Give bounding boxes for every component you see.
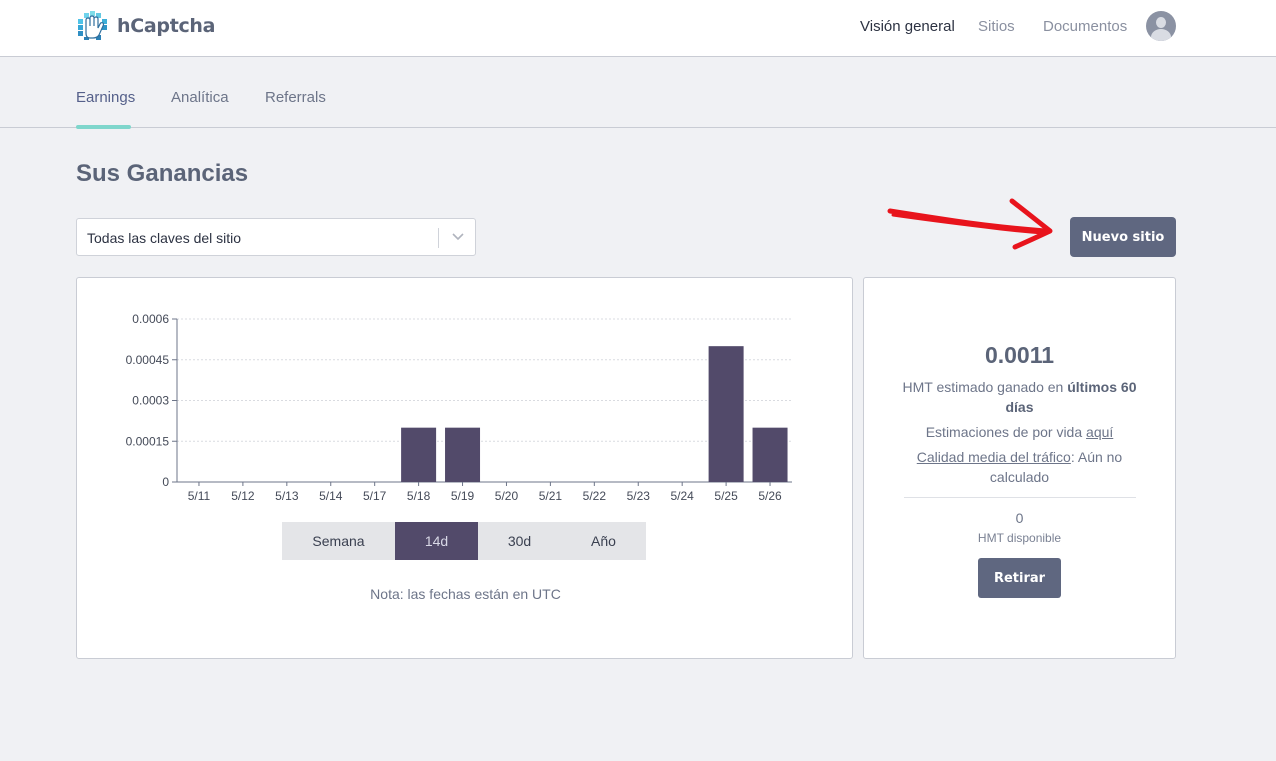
- lifetime-prefix: Estimaciones de por vida: [925, 424, 1087, 440]
- earnings-estimate-text: HMT estimado ganado en últimos 60 días: [894, 377, 1145, 417]
- x-tick-label: 5/19: [451, 489, 475, 503]
- chart-bar: [708, 346, 744, 482]
- tab-referrals[interactable]: Referrals: [265, 89, 326, 106]
- x-tick-label: 5/14: [319, 489, 343, 503]
- x-tick-label: 5/11: [188, 489, 211, 503]
- top-navbar: hCaptcha Visión general Sitios Documento…: [0, 0, 1276, 57]
- y-tick-label: 0.0003: [132, 394, 169, 408]
- summary-divider: [904, 497, 1136, 498]
- lifetime-estimates-text: Estimaciones de por vida aquí: [894, 422, 1145, 442]
- x-tick-label: 5/22: [583, 489, 607, 503]
- range-30d-button[interactable]: 30d: [478, 522, 561, 560]
- user-avatar[interactable]: [1146, 11, 1176, 41]
- earnings-bar-chart: 0 0.00015 0.0003 0.00045 0.0006 5/11 5/12 5/13 5…: [126, 312, 792, 503]
- x-tick-label: 5/21: [539, 489, 563, 503]
- app-name: hCaptcha: [117, 15, 216, 37]
- range-week-button[interactable]: Semana: [282, 522, 395, 560]
- range-14d-button[interactable]: 14d: [395, 522, 478, 560]
- nav-overview[interactable]: Visión general: [860, 18, 955, 35]
- hcaptcha-logo[interactable]: hCaptcha: [76, 11, 215, 41]
- x-tick-label: 5/24: [670, 489, 694, 503]
- nav-docs[interactable]: Documentos: [1043, 18, 1127, 35]
- chevron-down-icon[interactable]: [449, 227, 467, 245]
- x-tick-label: 5/18: [407, 489, 431, 503]
- earnings-chart-card: 0 0.00015 0.0003 0.00045 0.0006 5/11 5/12 5/13 5…: [76, 277, 853, 659]
- lifetime-link[interactable]: aquí: [1086, 424, 1113, 440]
- range-year-button[interactable]: Año: [561, 522, 646, 560]
- y-tick-label: 0.00045: [126, 353, 170, 367]
- time-range-selector: Semana 14d 30d Año: [282, 522, 646, 560]
- tab-analytics[interactable]: Analítica: [171, 89, 229, 106]
- utc-note: Nota: las fechas están en UTC: [370, 586, 561, 602]
- site-key-select[interactable]: Todas las claves del sitio: [76, 218, 476, 256]
- x-tick-label: 5/13: [275, 489, 299, 503]
- traffic-quality-link[interactable]: Calidad media del tráfico: [917, 449, 1071, 465]
- select-separator: [438, 228, 439, 248]
- tabs-divider: [0, 127, 1276, 128]
- chart-bar: [445, 427, 481, 482]
- nav-sites[interactable]: Sitios: [978, 18, 1015, 35]
- x-tick-label: 5/12: [231, 489, 255, 503]
- active-tab-indicator: [76, 125, 131, 129]
- y-tick-label: 0.00015: [126, 434, 170, 448]
- chart-bar: [401, 427, 437, 482]
- x-tick-label: 5/20: [495, 489, 519, 503]
- available-amount: 0: [1015, 510, 1024, 526]
- y-tick-label: 0: [162, 475, 169, 489]
- tab-earnings[interactable]: Earnings: [76, 89, 135, 106]
- new-site-button[interactable]: Nuevo sitio: [1070, 217, 1176, 257]
- page-title: Sus Ganancias: [76, 160, 249, 187]
- y-tick-label: 0.0006: [132, 312, 169, 326]
- red-annotation-arrow-icon: [887, 198, 1053, 250]
- avatar-head-icon: [1156, 17, 1166, 28]
- x-tick-label: 5/23: [627, 489, 651, 503]
- withdraw-button[interactable]: Retirar: [978, 558, 1061, 598]
- avatar-body-icon: [1151, 29, 1171, 41]
- chart-bar: [752, 427, 788, 482]
- traffic-quality-text: Calidad media del tráfico: Aún no calcul…: [894, 447, 1145, 487]
- hcaptcha-hand-icon: [76, 11, 109, 41]
- x-tick-label: 5/26: [758, 489, 782, 503]
- site-key-select-value: Todas las claves del sitio: [87, 230, 242, 246]
- earnings-summary-card: 0.0011 HMT estimado ganado en últimos 60…: [863, 277, 1176, 659]
- x-tick-label: 5/25: [714, 489, 738, 503]
- estimate-prefix: HMT estimado ganado en: [902, 379, 1068, 395]
- earnings-amount: 0.0011: [984, 342, 1055, 368]
- x-tick-label: 5/17: [363, 489, 387, 503]
- available-label: HMT disponible: [977, 531, 1062, 545]
